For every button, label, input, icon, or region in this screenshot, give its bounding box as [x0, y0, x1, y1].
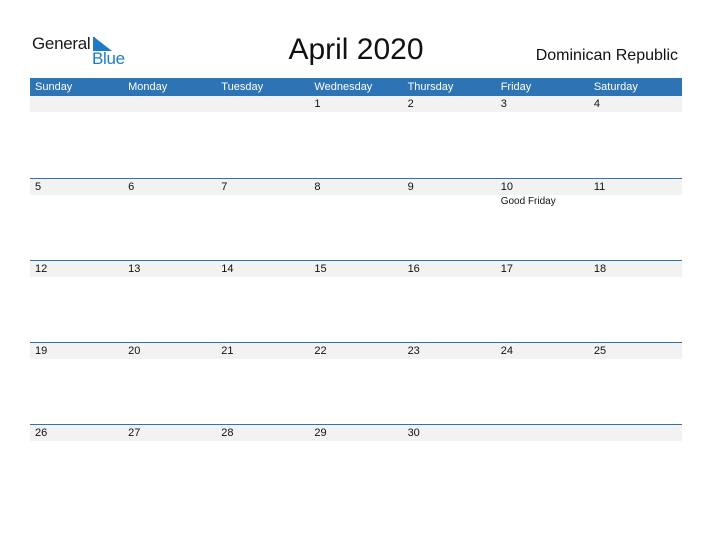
holiday-label — [123, 195, 216, 208]
week-row: 5 6 7 8 9 10 11 Good Friday — [30, 178, 682, 260]
holiday-label — [309, 195, 402, 208]
week-row: 19 20 21 22 23 24 25 — [30, 342, 682, 424]
event-row: Good Friday — [30, 195, 682, 208]
weekday-saturday: Saturday — [593, 81, 638, 93]
day-number: 6 — [128, 181, 135, 193]
holiday-label — [403, 195, 496, 208]
weekday-tuesday: Tuesday — [221, 81, 264, 93]
weekday-header: Sunday Monday Tuesday Wednesday Thursday… — [30, 78, 682, 96]
day-number: 17 — [500, 263, 513, 275]
holiday-label — [589, 195, 682, 208]
day-number: 21 — [221, 345, 234, 357]
weekday-thursday: Thursday — [407, 81, 454, 93]
day-number: 15 — [314, 263, 327, 275]
holiday-label — [30, 195, 123, 208]
day-number-row: 19 20 21 22 23 24 25 — [30, 343, 682, 359]
day-number: 27 — [128, 427, 141, 439]
day-number: 9 — [407, 181, 414, 193]
day-number — [496, 425, 589, 441]
day-number: 25 — [593, 345, 607, 357]
holiday-label: Good Friday — [500, 196, 556, 207]
day-number: 29 — [314, 427, 327, 439]
calendar-grid: Sunday Monday Tuesday Wednesday Thursday… — [30, 78, 682, 506]
day-number — [123, 96, 216, 112]
weekday-wednesday: Wednesday — [314, 81, 373, 93]
day-number: 4 — [593, 98, 600, 110]
day-number: 2 — [407, 98, 414, 110]
day-number — [30, 96, 123, 112]
day-number — [589, 425, 682, 441]
day-number: 1 — [314, 98, 321, 110]
day-number: 30 — [407, 427, 420, 439]
day-number: 24 — [500, 345, 513, 357]
weekday-monday: Monday — [128, 81, 168, 93]
holiday-label — [216, 195, 309, 208]
day-number: 19 — [35, 345, 48, 357]
day-number: 22 — [314, 345, 327, 357]
day-number: 20 — [128, 345, 141, 357]
country-label: Dominican Republic — [535, 47, 678, 64]
day-number-row: 5 6 7 8 9 10 11 — [30, 179, 682, 195]
day-number: 11 — [593, 181, 606, 193]
day-number: 13 — [128, 263, 141, 275]
day-number: 12 — [35, 263, 48, 275]
day-number: 5 — [35, 181, 42, 193]
weekday-sunday: Sunday — [35, 81, 73, 93]
weekday-friday: Friday — [500, 81, 532, 93]
week-row: 26 27 28 29 30 — [30, 424, 682, 506]
day-number — [216, 96, 309, 112]
day-number-row: 26 27 28 29 30 — [30, 425, 682, 441]
day-number: 7 — [221, 181, 228, 193]
day-number: 3 — [500, 98, 507, 110]
day-number: 26 — [35, 427, 48, 439]
day-number: 8 — [314, 181, 321, 193]
day-number: 18 — [593, 263, 607, 275]
day-number: 10 — [500, 181, 513, 193]
day-number: 28 — [221, 427, 234, 439]
day-number: 16 — [407, 263, 420, 275]
week-row: 12 13 14 15 16 17 18 — [30, 260, 682, 342]
day-number-row: 12 13 14 15 16 17 18 — [30, 261, 682, 277]
week-row: 1 2 3 4 — [30, 96, 682, 178]
day-number-row: 1 2 3 4 — [30, 96, 682, 112]
day-number: 23 — [407, 345, 420, 357]
day-number: 14 — [221, 263, 234, 275]
